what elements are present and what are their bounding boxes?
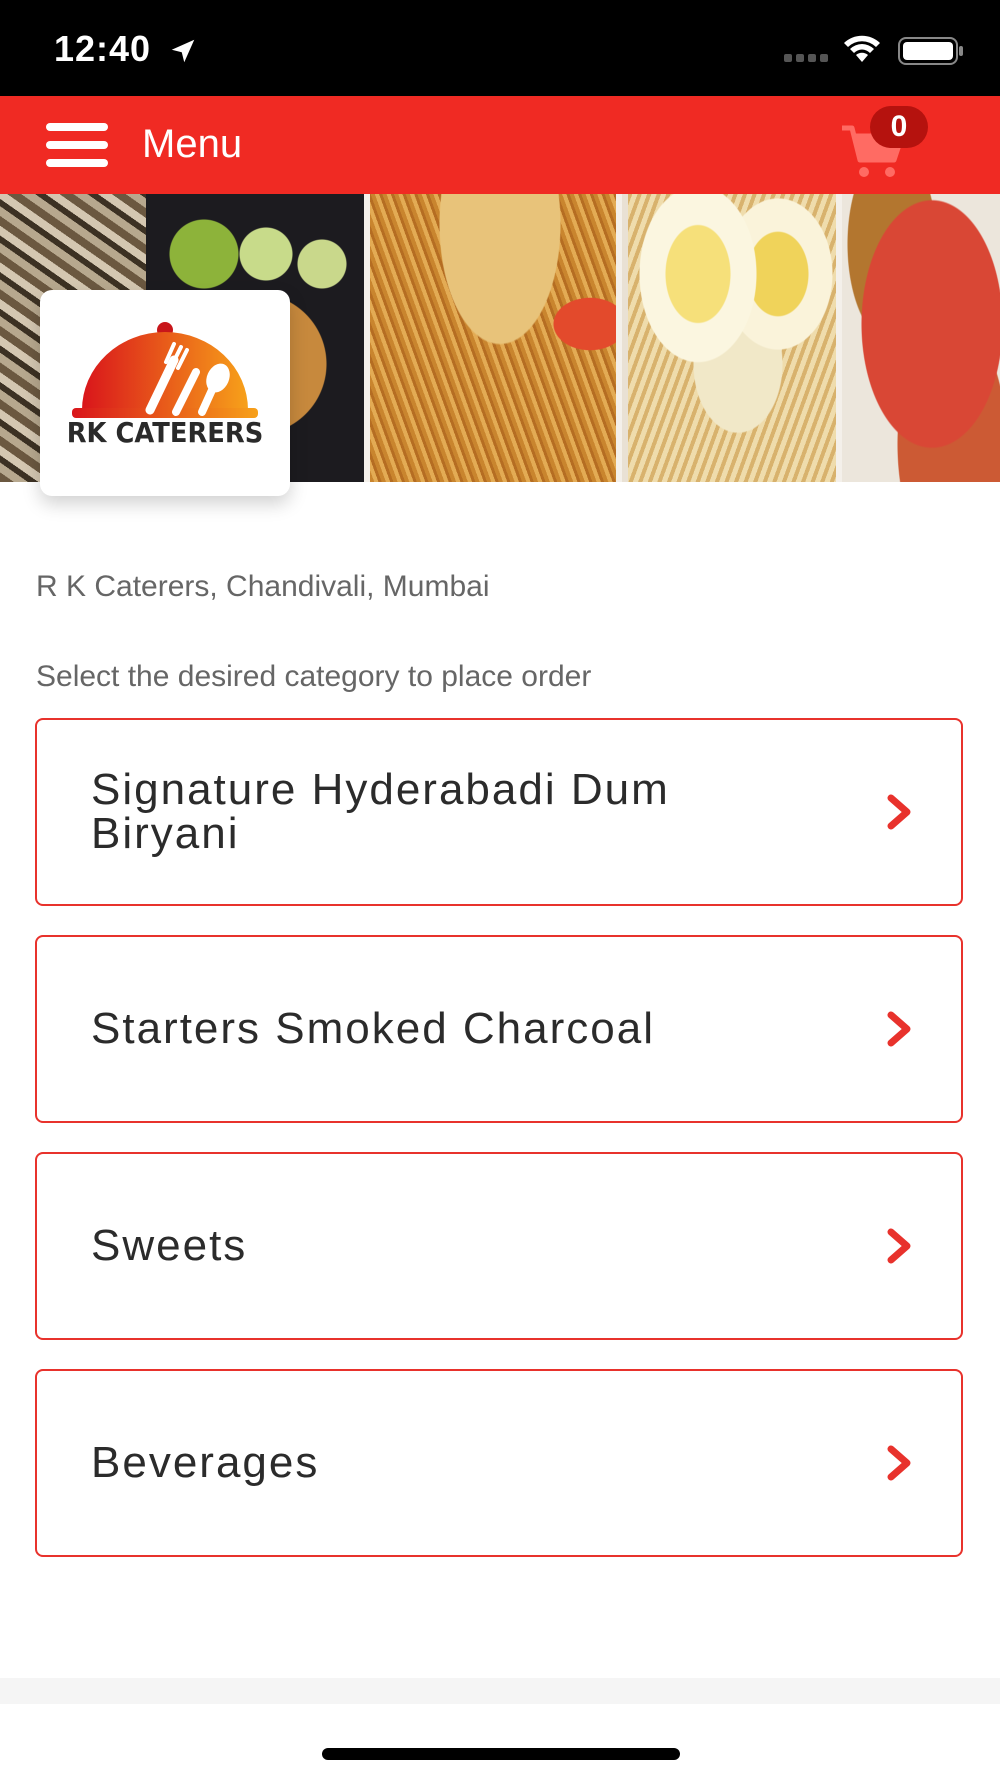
category-label: Signature Hyderabadi Dum Biryani: [91, 765, 670, 858]
restaurant-address: R K Caterers, Chandivali, Mumbai: [36, 570, 490, 603]
battery-icon: [898, 37, 963, 65]
wifi-icon: [844, 35, 880, 62]
chevron-right-icon: [887, 1228, 911, 1264]
logo-text: RK CATERERS: [66, 416, 264, 449]
footer-divider: [0, 1678, 1000, 1704]
hamburger-icon[interactable]: [46, 123, 110, 167]
app-bar: Menu 0: [0, 96, 1000, 194]
food-photo: [628, 194, 836, 482]
app-bar-title: Menu: [142, 122, 243, 166]
category-label: Beverages: [91, 1438, 320, 1487]
category-label: Sweets: [91, 1221, 248, 1270]
chevron-right-icon: [887, 1011, 911, 1047]
food-photo: [836, 194, 1000, 482]
restaurant-logo: RK CATERERS: [40, 290, 290, 496]
category-item-starters-smoked-charcoal[interactable]: Starters Smoked Charcoal: [35, 935, 963, 1123]
chevron-right-icon: [887, 794, 911, 830]
cart-count-badge: 0: [870, 106, 928, 148]
status-time: 12:40: [54, 28, 152, 69]
instruction-text: Select the desired category to place ord…: [36, 660, 592, 693]
cellular-signal-icon: [784, 54, 828, 62]
category-item-sweets[interactable]: Sweets: [35, 1152, 963, 1340]
cloche-utensils-logo-icon: [72, 322, 258, 418]
location-arrow-icon: [171, 39, 195, 63]
home-indicator[interactable]: [322, 1748, 680, 1760]
status-bar: 12:40: [0, 0, 1000, 96]
cart-button[interactable]: 0: [832, 106, 952, 186]
chevron-right-icon: [887, 1445, 911, 1481]
category-label: Starters Smoked Charcoal: [91, 1004, 655, 1053]
category-item-signature-hyderabadi-dum-biryani[interactable]: Signature Hyderabadi Dum Biryani: [35, 718, 963, 906]
food-photo: [364, 194, 622, 482]
category-item-beverages[interactable]: Beverages: [35, 1369, 963, 1557]
